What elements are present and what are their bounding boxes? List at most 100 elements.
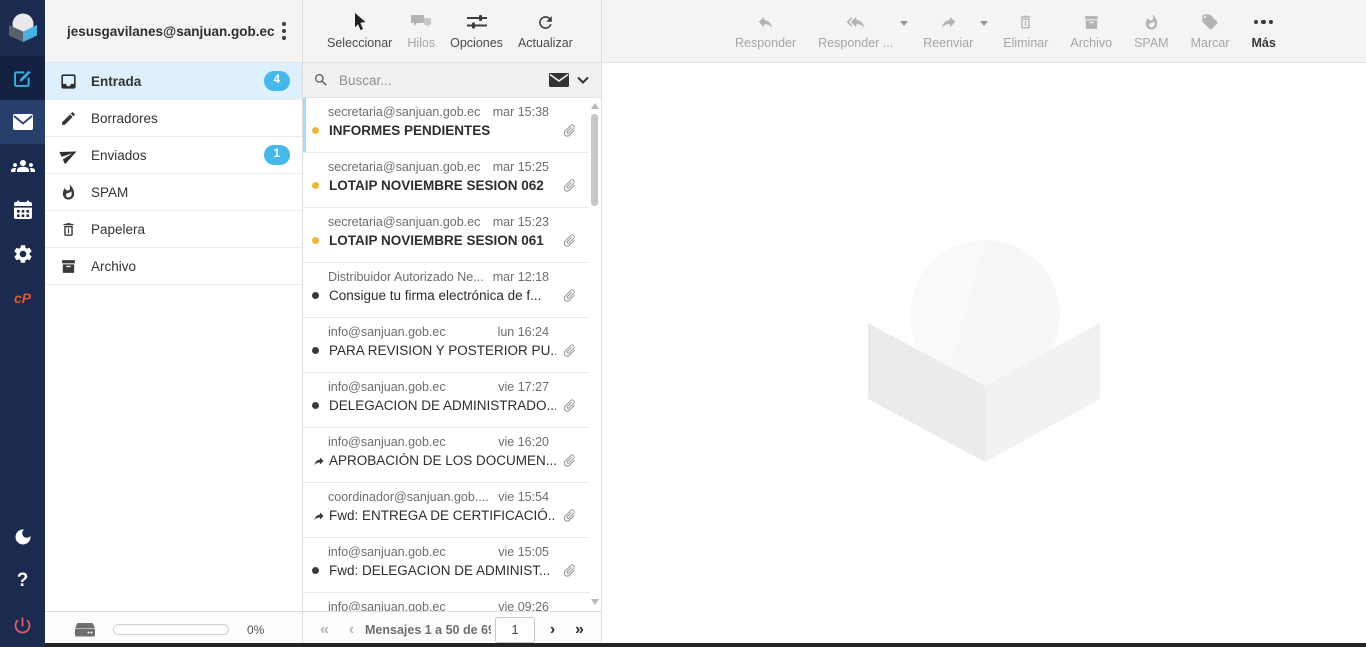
folder-item-drafts[interactable]: Borradores [45, 100, 302, 137]
delete-button[interactable]: Eliminar [992, 10, 1059, 52]
contacts-icon [11, 154, 35, 178]
storage-disk-icon [75, 623, 95, 637]
archive-box-icon [59, 257, 78, 276]
message-status[interactable] [312, 567, 329, 574]
message-subject: LOTAIP NOVIEMBRE SESION 061 [329, 233, 556, 248]
attachment-indicator [562, 453, 577, 468]
message-row[interactable]: info@sanjuan.gob.ecvie 09:26 [303, 593, 589, 611]
message-status[interactable] [312, 455, 329, 467]
message-row[interactable]: info@sanjuan.gob.ecvie 16:20APROBACIÓN D… [303, 428, 589, 483]
mark-button[interactable]: Marcar [1180, 10, 1241, 52]
refresh-button[interactable]: Actualizar [518, 10, 573, 52]
trash-icon [59, 220, 78, 239]
scroll-up-arrow[interactable] [591, 103, 599, 109]
reply-button[interactable]: Responder [724, 10, 807, 52]
message-status[interactable] [312, 510, 329, 522]
message-sender: info@sanjuan.gob.ec [328, 380, 490, 394]
message-status[interactable] [312, 127, 329, 134]
attachment-indicator [562, 398, 577, 413]
message-row[interactable]: info@sanjuan.gob.ecvie 17:27DELEGACION D… [303, 373, 589, 428]
compose-button[interactable] [0, 56, 45, 100]
archive-button[interactable]: Archivo [1059, 10, 1123, 52]
message-row[interactable]: info@sanjuan.gob.ecvie 15:05Fwd: DELEGAC… [303, 538, 589, 593]
search-options-chevron-down-icon[interactable] [577, 76, 589, 84]
taskbar-item-mail[interactable] [0, 100, 45, 144]
taskbar-item-contacts[interactable] [0, 144, 45, 188]
folder-label: Archivo [91, 259, 290, 274]
attachment-indicator [562, 123, 577, 138]
search-scope-mail-icon[interactable] [549, 73, 569, 87]
calendar-icon [13, 200, 33, 220]
inbox-icon [59, 72, 78, 91]
spam-button[interactable]: SPAM [1123, 10, 1180, 52]
message-time: lun 16:24 [498, 325, 549, 339]
message-time: vie 09:26 [498, 600, 549, 611]
attachment-indicator [562, 178, 577, 193]
search-input[interactable] [337, 72, 541, 89]
first-page-button[interactable]: « [311, 622, 338, 638]
message-status[interactable] [312, 292, 329, 299]
message-status[interactable] [312, 402, 329, 409]
message-row[interactable]: secretaria@sanjuan.gob.ecmar 15:23LOTAIP… [303, 208, 589, 263]
cpanel-icon: cP [14, 290, 31, 306]
account-menu-kebab[interactable] [276, 18, 292, 44]
folder-label: SPAM [91, 185, 290, 200]
button-label: Hilos [407, 36, 435, 50]
select-button[interactable]: Seleccionar [327, 10, 392, 52]
dark-mode-toggle[interactable] [0, 515, 45, 559]
message-row[interactable]: coordinador@sanjuan.gob....vie 15:54Fwd:… [303, 483, 589, 538]
more-button[interactable]: Más [1240, 10, 1286, 52]
attachment-indicator [562, 288, 577, 303]
folder-item-inbox[interactable]: Entrada 4 [45, 63, 302, 100]
forward-button[interactable]: Reenviar [912, 10, 984, 52]
taskbar-item-settings[interactable] [0, 232, 45, 276]
scrollbar[interactable] [589, 98, 601, 611]
power-icon [12, 615, 33, 636]
folder-item-trash[interactable]: Papelera [45, 211, 302, 248]
forward-dropdown-caret[interactable] [980, 21, 988, 26]
message-list: secretaria@sanjuan.gob.ecmar 15:38INFORM… [303, 98, 601, 611]
account-email: jesusgavilanes@sanjuan.gob.ec [67, 24, 276, 39]
folder-item-archive[interactable]: Archivo [45, 248, 302, 285]
unread-dot-icon [312, 182, 319, 189]
taskbar-item-cpanel[interactable]: cP [0, 276, 45, 320]
message-sender: info@sanjuan.gob.ec [328, 435, 490, 449]
logout-button[interactable] [0, 603, 45, 647]
help-button[interactable]: ? [0, 559, 45, 603]
message-status[interactable] [312, 237, 329, 244]
button-label: Eliminar [1003, 36, 1048, 50]
taskbar-item-calendar[interactable] [0, 188, 45, 232]
roundcube-logo-icon[interactable] [0, 0, 45, 56]
content-panel: Responder Responder ... Reenviar [602, 0, 1366, 647]
message-subject: LOTAIP NOVIEMBRE SESION 062 [329, 178, 556, 193]
last-page-button[interactable]: » [566, 622, 593, 638]
message-row[interactable]: info@sanjuan.gob.eclun 16:24PARA REVISIO… [303, 318, 589, 373]
button-label: Reenviar [923, 36, 973, 50]
message-sender: info@sanjuan.gob.ec [328, 545, 490, 559]
moon-icon [13, 527, 33, 547]
paperclip-icon [559, 285, 580, 306]
message-row[interactable]: secretaria@sanjuan.gob.ecmar 15:38INFORM… [303, 98, 589, 153]
message-status[interactable] [312, 182, 329, 189]
reply-all-dropdown-caret[interactable] [900, 21, 908, 26]
scrollbar-thumb[interactable] [591, 114, 598, 206]
page-number-input[interactable] [495, 617, 535, 643]
message-row[interactable]: secretaria@sanjuan.gob.ecmar 15:25LOTAIP… [303, 153, 589, 208]
message-row[interactable]: Distribuidor Autorizado Ne...mar 12:18Co… [303, 263, 589, 318]
quota-footer: 0% [45, 611, 302, 647]
taskbar: cP ? [0, 0, 45, 647]
help-icon: ? [17, 570, 29, 592]
prev-page-button[interactable]: ‹ [338, 622, 365, 638]
scroll-down-arrow[interactable] [591, 599, 599, 605]
next-page-button[interactable]: › [539, 622, 566, 638]
threads-button[interactable]: Hilos [407, 10, 435, 52]
message-status[interactable] [312, 347, 329, 354]
options-button[interactable]: Opciones [450, 10, 503, 52]
button-label: SPAM [1134, 36, 1169, 50]
read-dot-icon [312, 567, 319, 574]
folder-label: Borradores [91, 111, 290, 126]
folder-item-sent[interactable]: Enviados 1 [45, 137, 302, 174]
folder-item-spam[interactable]: SPAM [45, 174, 302, 211]
reply-all-button[interactable]: Responder ... [807, 10, 904, 52]
attachment-indicator [562, 233, 577, 248]
